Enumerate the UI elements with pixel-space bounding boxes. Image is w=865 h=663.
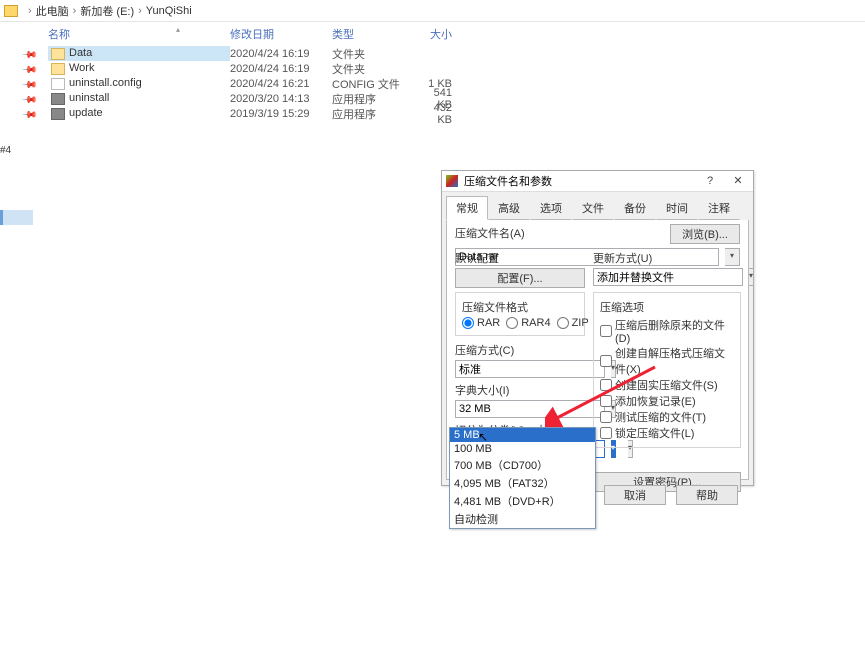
option-4[interactable]: 测试压缩的文件(T) bbox=[600, 409, 734, 425]
help-button[interactable]: 帮助 bbox=[676, 485, 738, 505]
chevron-down-icon[interactable]: ▾ bbox=[749, 268, 754, 286]
method-label: 压缩方式(C) bbox=[455, 342, 585, 358]
option-1[interactable]: 创建自解压格式压缩文件(X) bbox=[600, 345, 734, 377]
column-type[interactable]: 类型 bbox=[332, 26, 416, 42]
help-button[interactable]: ? bbox=[696, 172, 724, 190]
side-highlight bbox=[0, 210, 33, 225]
close-button[interactable]: ✕ bbox=[724, 172, 752, 190]
option-0[interactable]: 压缩后删除原来的文件(D) bbox=[600, 317, 734, 345]
breadcrumb[interactable]: › 此电脑 › 新加卷 (E:) › YunQiShi bbox=[0, 0, 865, 22]
tab-4[interactable]: 备份 bbox=[614, 196, 656, 220]
tab-0[interactable]: 常规 bbox=[446, 196, 488, 220]
update-label: 更新方式(U) bbox=[593, 250, 741, 266]
exe-icon bbox=[51, 93, 65, 105]
breadcrumb-pc[interactable]: 此电脑 bbox=[36, 3, 69, 19]
format-rar[interactable]: RAR bbox=[462, 317, 500, 329]
option-5[interactable]: 锁定压缩文件(L) bbox=[600, 425, 734, 441]
column-date[interactable]: 修改日期 bbox=[230, 26, 332, 42]
pin-icon: 📌 bbox=[22, 46, 36, 60]
filename-label: 压缩文件名(A) bbox=[455, 225, 670, 241]
file-row[interactable]: 📌 Data 2020/4/24 16:19 文件夹 bbox=[0, 46, 865, 61]
options-group: 压缩选项 压缩后删除原来的文件(D)创建自解压格式压缩文件(X)创建固实压缩文件… bbox=[593, 292, 741, 448]
file-list[interactable]: 名称 修改日期 类型 大小 📌 Data 2020/4/24 16:19 文件夹… bbox=[0, 22, 865, 142]
chevron-right-icon: › bbox=[73, 5, 77, 17]
chevron-right-icon: › bbox=[28, 5, 32, 17]
format-group: 压缩文件格式 RAR RAR4 ZIP bbox=[455, 292, 585, 336]
pin-icon: 📌 bbox=[22, 106, 36, 120]
file-row[interactable]: 📌 update 2019/3/19 15:29 应用程序 432 KB bbox=[0, 106, 865, 121]
chevron-right-icon: › bbox=[138, 5, 142, 17]
pin-icon: 📌 bbox=[22, 76, 36, 90]
format-label: 压缩文件格式 bbox=[462, 299, 578, 315]
pin-icon: 📌 bbox=[22, 61, 36, 75]
breadcrumb-drive[interactable]: 新加卷 (E:) bbox=[80, 3, 134, 19]
format-rar4[interactable]: RAR4 bbox=[506, 317, 550, 329]
split-option[interactable]: 4,481 MB（DVD+R） bbox=[450, 492, 595, 510]
tab-3[interactable]: 文件 bbox=[572, 196, 614, 220]
tab-2[interactable]: 选项 bbox=[530, 196, 572, 220]
split-option[interactable]: 4,095 MB（FAT32） bbox=[450, 474, 595, 492]
browse-button[interactable]: 浏览(B)... bbox=[670, 224, 740, 244]
file-list-header[interactable]: 名称 修改日期 类型 大小 bbox=[0, 22, 865, 46]
tab-5[interactable]: 时间 bbox=[656, 196, 698, 220]
split-option[interactable]: 700 MB（CD700） bbox=[450, 456, 595, 474]
folder-icon bbox=[4, 5, 18, 17]
options-label: 压缩选项 bbox=[600, 299, 734, 315]
split-option[interactable]: 100 MB bbox=[450, 442, 595, 456]
file-row[interactable]: 📌 Work 2020/4/24 16:19 文件夹 bbox=[0, 61, 865, 76]
side-label: #4 bbox=[0, 145, 11, 156]
split-size-dropdown[interactable]: 5 MB100 MB700 MB（CD700）4,095 MB（FAT32）4,… bbox=[449, 427, 596, 529]
column-name[interactable]: 名称 bbox=[48, 26, 230, 42]
dict-label: 字典大小(I) bbox=[455, 382, 585, 398]
dict-select[interactable] bbox=[455, 400, 605, 418]
folder-icon bbox=[51, 48, 65, 60]
option-3[interactable]: 添加恢复记录(E) bbox=[600, 393, 734, 409]
cancel-button[interactable]: 取消 bbox=[604, 485, 666, 505]
update-select[interactable] bbox=[593, 268, 743, 286]
exe-icon bbox=[51, 108, 65, 120]
profile-button[interactable]: 配置(F)... bbox=[455, 268, 585, 288]
column-size[interactable]: 大小 bbox=[416, 26, 460, 42]
file-icon bbox=[51, 78, 65, 90]
dialog-title: 压缩文件名和参数 bbox=[464, 173, 552, 189]
breadcrumb-folder[interactable]: YunQiShi bbox=[146, 5, 192, 17]
dialog-tabs: 常规高级选项文件备份时间注释 bbox=[442, 192, 753, 220]
pin-icon: 📌 bbox=[22, 91, 36, 105]
winrar-icon bbox=[446, 175, 458, 187]
split-option[interactable]: 5 MB bbox=[450, 428, 595, 442]
split-option[interactable]: 自动检测 bbox=[450, 510, 595, 528]
format-zip[interactable]: ZIP bbox=[557, 317, 589, 329]
method-select[interactable] bbox=[455, 360, 605, 378]
option-2[interactable]: 创建固实压缩文件(S) bbox=[600, 377, 734, 393]
tab-1[interactable]: 高级 bbox=[488, 196, 530, 220]
tab-6[interactable]: 注释 bbox=[698, 196, 740, 220]
profile-label: 默认配置 bbox=[455, 250, 585, 266]
titlebar[interactable]: 压缩文件名和参数 ? ✕ bbox=[442, 171, 753, 192]
folder-icon bbox=[51, 63, 65, 75]
cursor-icon: ↖ bbox=[478, 430, 488, 444]
